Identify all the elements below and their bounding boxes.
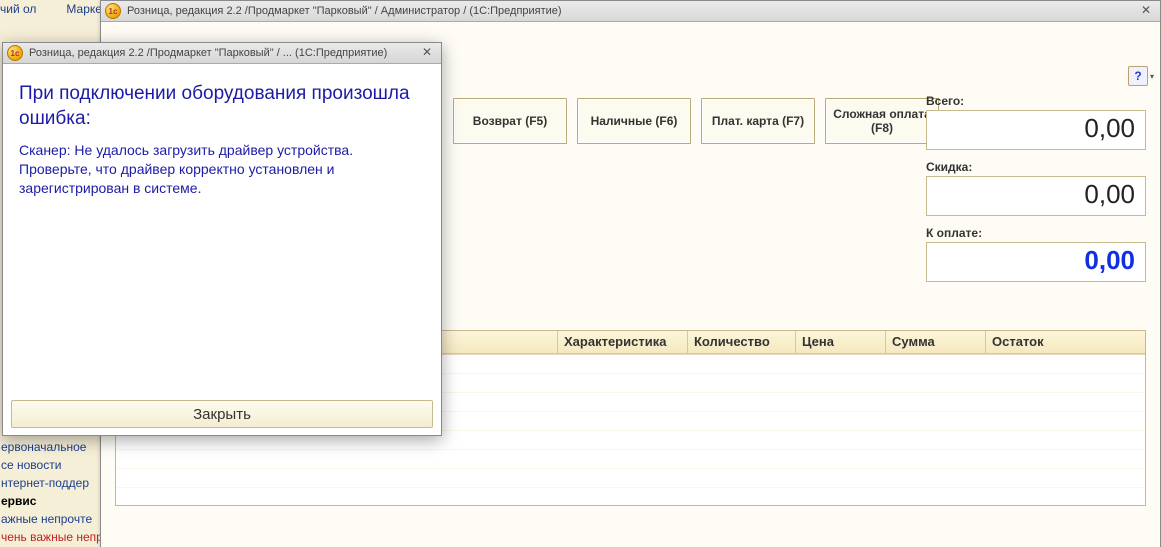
totals-panel: Всего: 0,00 Скидка: 0,00 К оплате: 0,00 [926,92,1146,292]
bg-link[interactable]: ажные непрочте [0,510,100,528]
col-sum[interactable]: Сумма [886,331,986,353]
due-value: 0,00 [926,242,1146,282]
return-button[interactable]: Возврат (F5) [453,98,567,144]
main-window-titlebar[interactable]: 1c Розница, редакция 2.2 /Продмаркет "Па… [101,1,1160,22]
complex-payment-button[interactable]: Сложная оплата (F8) [825,98,939,144]
action-button-row: Возврат (F5) Наличные (F6) Плат. карта (… [453,98,939,144]
bg-link[interactable]: нтернет-поддер [0,474,100,492]
dialog-message: Сканер: Не удалось загрузить драйвер уст… [19,141,425,198]
close-icon[interactable]: ✕ [417,46,437,60]
dialog-heading: При подключении оборудования произошла о… [19,82,425,131]
bg-service-header: ервис [0,492,100,510]
discount-label: Скидка: [926,160,1146,174]
card-button[interactable]: Плат. карта (F7) [701,98,815,144]
bg-link[interactable]: се новости [0,456,100,474]
col-remainder[interactable]: Остаток [986,331,1145,353]
total-value: 0,00 [926,110,1146,150]
main-window-title: Розница, редакция 2.2 /Продмаркет "Парко… [127,5,1136,17]
discount-value: 0,00 [926,176,1146,216]
total-label: Всего: [926,94,1146,108]
help-icon[interactable]: ? [1128,66,1148,86]
cash-button[interactable]: Наличные (F6) [577,98,691,144]
app-icon: 1c [7,45,23,61]
error-dialog: 1c Розница, редакция 2.2 /Продмаркет "Па… [2,42,442,436]
bg-top-menu: чий ол Марке [0,2,102,16]
col-price[interactable]: Цена [796,331,886,353]
help-dropdown-caret[interactable]: ▾ [1150,72,1154,81]
bg-link-important[interactable]: чень важные непро [0,528,100,546]
col-quantity[interactable]: Количество [688,331,796,353]
dialog-title: Розница, редакция 2.2 /Продмаркет "Парко… [29,47,417,59]
bg-link[interactable]: ервоначальное [0,438,100,456]
app-icon: 1c [105,3,121,19]
close-button[interactable]: Закрыть [11,400,433,428]
due-label: К оплате: [926,226,1146,240]
dialog-titlebar[interactable]: 1c Розница, редакция 2.2 /Продмаркет "Па… [3,43,441,64]
col-characteristic[interactable]: Характеристика [558,331,688,353]
close-icon[interactable]: ✕ [1136,4,1156,18]
